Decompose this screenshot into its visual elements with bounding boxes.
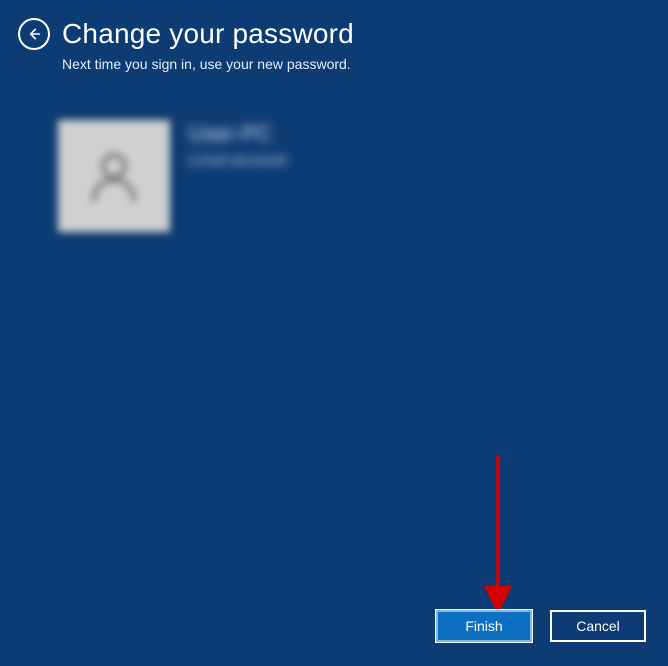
account-name: User-PC — [188, 122, 287, 146]
page-subtitle: Next time you sign in, use your new pass… — [62, 56, 668, 72]
account-summary: User-PC Local account — [58, 120, 668, 232]
finish-button[interactable]: Finish — [436, 610, 532, 642]
person-icon — [82, 144, 146, 208]
page-title: Change your password — [62, 18, 354, 50]
back-button[interactable] — [18, 18, 50, 50]
account-type: Local account — [188, 152, 287, 170]
cancel-button[interactable]: Cancel — [550, 610, 646, 642]
avatar — [58, 120, 170, 232]
finish-button-label: Finish — [465, 618, 502, 634]
arrow-left-icon — [26, 26, 42, 42]
annotation-arrow-icon — [480, 450, 520, 620]
cancel-button-label: Cancel — [576, 618, 620, 634]
